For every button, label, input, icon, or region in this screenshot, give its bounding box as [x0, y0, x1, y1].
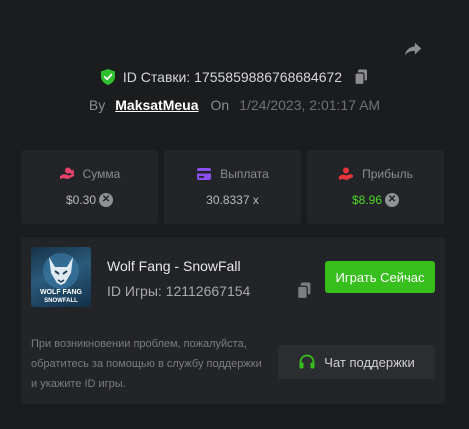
help-text: При возникновении проблем, пожалуйста, о…: [31, 338, 262, 390]
play-now-button[interactable]: Играть Сейчас: [325, 261, 435, 293]
stat-profit-label: Прибыль: [362, 167, 413, 181]
stat-payout-label: Выплата: [220, 167, 269, 181]
bet-datetime: 1/24/2023, 2:01:17 AM: [239, 97, 381, 113]
wolf-logo-icon: WOLF FANG SNOWFALL: [40, 253, 83, 304]
bet-id-text: ID Ставки: 1755859886768684672: [123, 69, 342, 85]
stat-payout-value: 30.8337 x: [206, 193, 259, 207]
game-thumbnail[interactable]: WOLF FANG SNOWFALL: [31, 247, 91, 307]
coins-hand-icon: [59, 167, 74, 179]
stat-profit: Прибыль $8.96 ✕: [307, 150, 444, 224]
share-icon[interactable]: [402, 38, 424, 60]
bet-author-row: By MaksatMeua On 1/24/2023, 2:01:17 AM: [0, 97, 469, 113]
bet-id-value: 1755859886768684672: [194, 69, 343, 85]
game-id-text: ID Игры: 12112667154: [107, 283, 250, 299]
stats-row: Сумма $0.30 ✕ Выплата 30.8337 x Прибыль …: [21, 150, 444, 224]
stat-amount-label: Сумма: [82, 167, 121, 181]
by-label: By: [88, 97, 106, 113]
game-id-value: 12112667154: [165, 283, 251, 299]
on-label: On: [210, 97, 230, 113]
stat-amount-header: Сумма: [59, 167, 121, 181]
headset-icon: [299, 354, 315, 369]
stat-amount-value-row: $0.30 ✕: [65, 193, 114, 207]
card-icon: [197, 168, 212, 180]
copy-icon[interactable]: [354, 69, 368, 85]
bet-details-panel: ID Ставки: 1755859886768684672 By Maksat…: [0, 0, 469, 429]
stat-payout-header: Выплата: [196, 167, 269, 181]
stat-profit-header: Прибыль: [338, 167, 413, 181]
stat-profit-value-row: $8.96 ✕: [351, 193, 400, 207]
stat-profit-value: $8.96: [351, 193, 383, 207]
stat-payout: Выплата 30.8337 x: [164, 150, 301, 224]
game-id-label: ID Игры:: [107, 283, 162, 299]
stat-amount-value: $0.30: [65, 193, 97, 207]
profit-hand-icon: [339, 167, 354, 180]
thumb-text-1: WOLF FANG: [40, 289, 83, 296]
support-chat-button[interactable]: Чат поддержки: [278, 345, 435, 379]
user-link[interactable]: MaksatMeua: [115, 97, 198, 113]
game-title[interactable]: Wolf Fang - SnowFall: [107, 258, 241, 274]
copy-icon[interactable]: [296, 282, 312, 299]
game-card: WOLF FANG SNOWFALL Wolf Fang - SnowFall …: [21, 237, 445, 404]
stat-payout-value-row: 30.8337 x: [206, 193, 259, 207]
stat-amount: Сумма $0.30 ✕: [21, 150, 158, 224]
support-chat-label: Чат поддержки: [324, 354, 415, 370]
currency-x-icon: ✕: [99, 193, 114, 207]
currency-x-icon: ✕: [385, 193, 400, 207]
bet-id-row: ID Ставки: 1755859886768684672: [0, 69, 469, 85]
bet-id-label: ID Ставки:: [122, 69, 191, 85]
thumb-text-2: SNOWFALL: [44, 298, 78, 304]
verified-shield-icon: [100, 69, 115, 85]
